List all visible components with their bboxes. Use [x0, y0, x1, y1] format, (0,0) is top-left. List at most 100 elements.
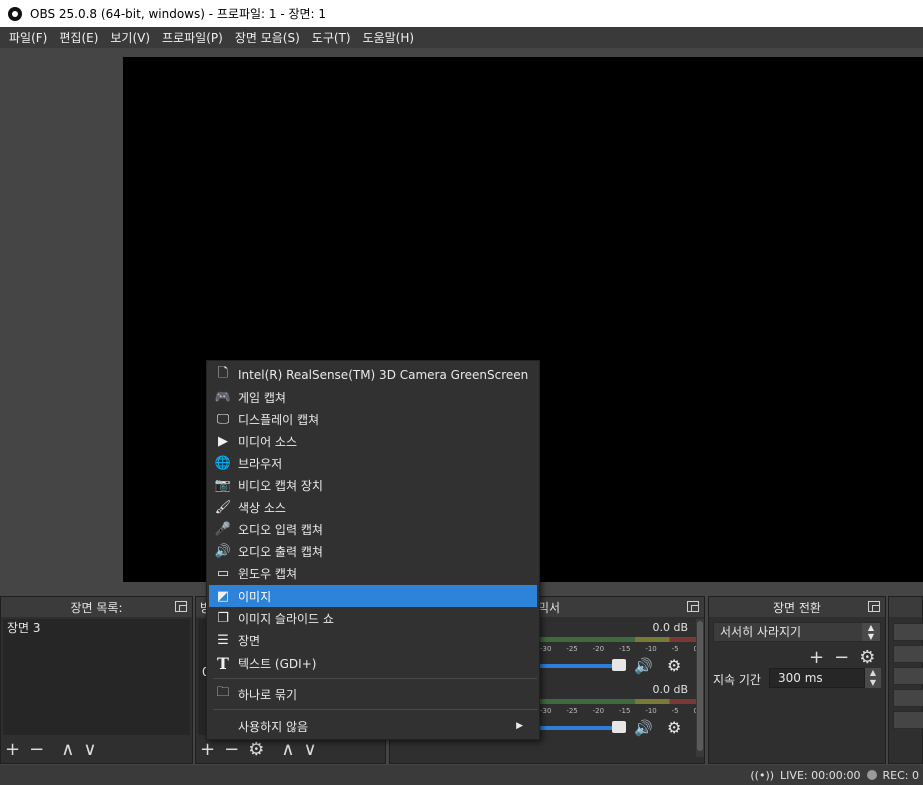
move-down-icon[interactable]: ∨	[83, 741, 96, 759]
db-readout: 0.0 dB	[652, 683, 688, 696]
mixer-dock-title: 믹서	[538, 600, 561, 615]
gear-icon[interactable]: ⚙	[667, 656, 681, 675]
status-bar: ((•)) LIVE: 00:00:00 REC: 0	[0, 765, 923, 785]
db-readout: 0.0 dB	[652, 621, 688, 634]
move-up-icon[interactable]: ∧	[61, 741, 74, 759]
menu-view[interactable]: 보기(V)	[105, 29, 155, 46]
menu-edit[interactable]: 편집(E)	[54, 29, 103, 46]
window-icon: ▭	[216, 565, 230, 581]
menu-item-color-source[interactable]: 🖌 색상 소스	[209, 496, 537, 518]
play-icon: ▶	[218, 433, 228, 449]
scenes-dock-header: 장면 목록:	[1, 597, 192, 617]
exit-button[interactable]	[893, 711, 923, 729]
studio-mode-button[interactable]	[893, 667, 923, 685]
scenes-list[interactable]: 장면 3	[3, 619, 190, 735]
chevron-updown-icon: ▲ ▼	[862, 623, 880, 641]
menu-item-group[interactable]: 🗀 하나로 묶기	[209, 683, 537, 705]
menu-tools[interactable]: 도구(T)	[307, 29, 356, 46]
monitor-icon: 🖵	[216, 411, 230, 427]
gear-icon[interactable]: ⚙	[859, 647, 875, 668]
slideshow-icon: ❐	[217, 610, 229, 626]
menu-item-game-capture[interactable]: 🎮 게임 캡쳐	[209, 386, 537, 408]
move-up-icon[interactable]: ∧	[281, 741, 294, 759]
brush-icon: 🖌	[214, 499, 232, 515]
volume-meter	[540, 637, 698, 642]
menu-item-browser[interactable]: 🌐 브라우저	[209, 452, 537, 474]
remove-transition-icon[interactable]: −	[834, 647, 849, 668]
undock-icon[interactable]	[687, 601, 699, 612]
menu-file[interactable]: 파일(F)	[4, 29, 52, 46]
add-scene-icon[interactable]: +	[5, 741, 20, 759]
rec-status: REC: 0	[882, 768, 919, 782]
gamepad-icon: 🎮	[214, 389, 232, 405]
add-transition-icon[interactable]: +	[809, 647, 824, 668]
duration-input[interactable]: 300 ms	[769, 668, 865, 688]
broadcast-icon: ((•))	[750, 768, 775, 782]
microphone-icon: 🎤	[214, 521, 232, 537]
menu-separator	[213, 709, 537, 710]
mixer-scrollbar[interactable]	[696, 619, 704, 757]
menu-item-text-gdi[interactable]: T 텍스트 (GDI+)	[209, 652, 537, 674]
list-icon: ☰	[217, 632, 229, 648]
scene-item[interactable]: 장면 3	[3, 619, 190, 637]
undock-icon[interactable]	[868, 601, 880, 612]
transition-toolbar: + − ⚙	[809, 647, 875, 668]
speaker-icon: 🔊	[214, 543, 232, 559]
speaker-icon[interactable]: 🔊	[634, 719, 653, 737]
menu-item-image-slideshow[interactable]: ❐ 이미지 슬라이드 쇼	[209, 607, 537, 629]
sources-toolbar: + − ⚙ ∧ ∨	[200, 741, 317, 759]
volume-slider-handle[interactable]	[612, 721, 626, 733]
menu-item-video-capture[interactable]: 📷 비디오 캡쳐 장치	[209, 474, 537, 496]
menu-item-realsense[interactable]: 🗋 Intel(R) RealSense(TM) 3D Camera Green…	[209, 364, 537, 386]
obs-logo-icon	[8, 6, 22, 21]
menu-item-audio-input[interactable]: 🎤 오디오 입력 캡쳐	[209, 518, 537, 540]
record-dot-icon	[866, 770, 877, 780]
scenes-toolbar: + − ∧ ∨	[5, 741, 97, 759]
move-down-icon[interactable]: ∨	[304, 741, 317, 759]
menu-scene-collection[interactable]: 장면 모음(S)	[230, 29, 305, 46]
title-bar: OBS 25.0.8 (64-bit, windows) - 프로파일: 1 -…	[0, 0, 923, 27]
duration-label: 지속 기간	[713, 673, 761, 687]
remove-source-icon[interactable]: −	[224, 741, 239, 759]
transitions-dock-header: 장면 전환	[709, 597, 885, 617]
scrollbar-thumb[interactable]	[697, 621, 703, 751]
globe-icon: 🌐	[214, 455, 232, 471]
page-icon: 🗋	[217, 366, 229, 381]
scenes-dock-title: 장면 목록:	[70, 600, 123, 615]
undock-icon[interactable]	[175, 601, 187, 612]
menu-item-display-capture[interactable]: 🖵 디스플레이 캡쳐	[209, 408, 537, 430]
submenu-arrow-icon: ▶	[516, 721, 523, 731]
gear-icon[interactable]: ⚙	[667, 718, 681, 737]
start-streaming-button[interactable]	[893, 623, 923, 641]
live-status: LIVE: 00:00:00	[780, 768, 861, 782]
scenes-dock: 장면 목록: 장면 3 + − ∧ ∨	[0, 596, 193, 764]
source-settings-icon[interactable]: ⚙	[248, 741, 264, 759]
start-recording-button[interactable]	[893, 645, 923, 663]
meter-ticks: -30-25-20-15-10-50	[540, 645, 698, 653]
menu-item-deprecated[interactable]: 사용하지 않음 ▶	[209, 715, 537, 737]
transition-select[interactable]: 서서히 사라지기 ▲ ▼	[713, 622, 881, 642]
folder-icon: 🗀	[216, 685, 230, 700]
menu-item-window-capture[interactable]: ▭ 윈도우 캡쳐	[209, 562, 537, 584]
transitions-dock-title: 장면 전환	[773, 600, 821, 615]
camera-icon: 📷	[214, 477, 232, 493]
settings-button[interactable]	[893, 689, 923, 707]
meter-ticks: -30-25-20-15-10-50	[540, 707, 698, 715]
menu-item-scene[interactable]: ☰ 장면	[209, 629, 537, 651]
menu-help[interactable]: 도움말(H)	[358, 29, 420, 46]
duration-spin-icon[interactable]: ▲ ▼	[865, 668, 881, 688]
menu-bar: 파일(F) 편집(E) 보기(V) 프로파일(P) 장면 모음(S) 도구(T)…	[0, 27, 923, 48]
image-icon: ◩	[216, 588, 230, 604]
window-title: OBS 25.0.8 (64-bit, windows) - 프로파일: 1 -…	[30, 7, 327, 21]
volume-slider-handle[interactable]	[612, 659, 626, 671]
menu-item-media-source[interactable]: ▶ 미디어 소스	[209, 430, 537, 452]
transitions-dock: 장면 전환 서서히 사라지기 ▲ ▼ + − ⚙ 지속 기간 300 ms ▲ ▼	[708, 596, 886, 764]
menu-item-image[interactable]: ◩ 이미지	[209, 585, 537, 607]
controls-dock-header	[889, 597, 922, 617]
speaker-icon[interactable]: 🔊	[634, 657, 653, 675]
menu-profile[interactable]: 프로파일(P)	[157, 29, 228, 46]
add-source-icon[interactable]: +	[200, 741, 215, 759]
menu-item-audio-output[interactable]: 🔊 오디오 출력 캡쳐	[209, 540, 537, 562]
remove-scene-icon[interactable]: −	[29, 741, 44, 759]
text-icon: T	[217, 653, 229, 673]
